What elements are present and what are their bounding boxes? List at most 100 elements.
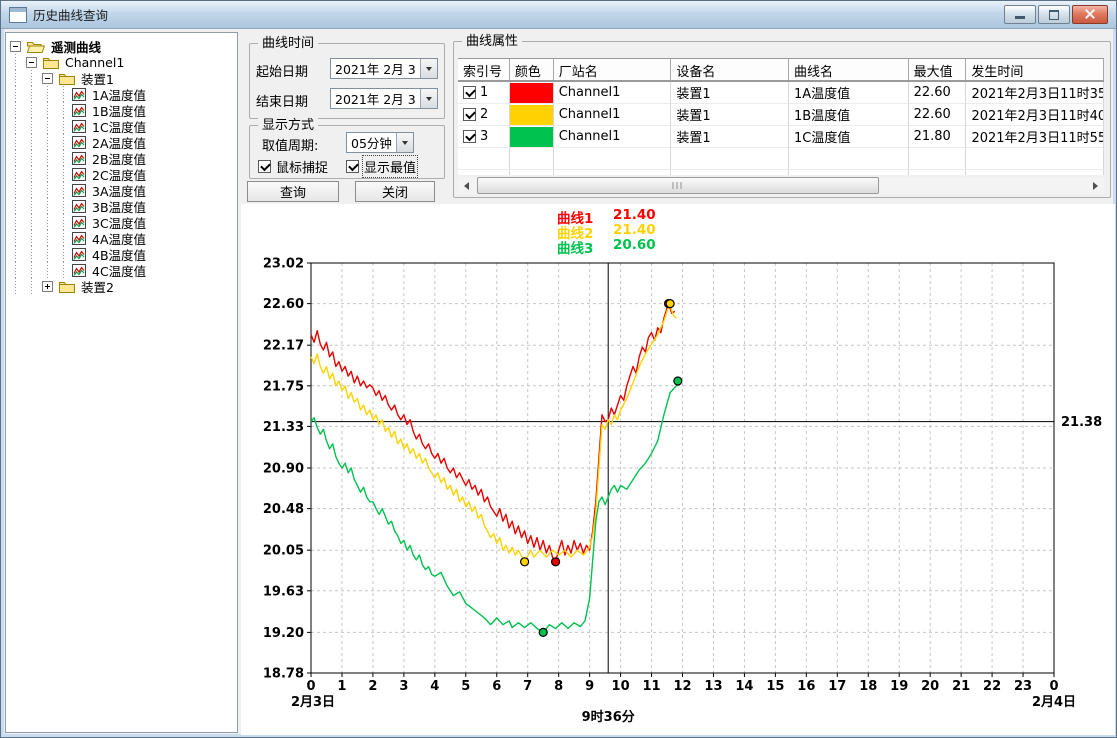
scrollbar-grip-icon <box>673 182 684 189</box>
curve-tree: 遥测曲线Channel1装置11A温度值1B温度值1C温度值2A温度值2B温度值… <box>5 32 238 733</box>
x-tick-label: 2 <box>368 679 377 694</box>
start-date-picker[interactable]: 2021年 2月 3 <box>330 58 438 79</box>
tree-indent-guide <box>56 102 72 118</box>
curve-visible-checkbox[interactable] <box>463 108 476 121</box>
curve-icon <box>72 104 86 117</box>
tree-indent-guide <box>56 134 72 150</box>
tree-item-装置2[interactable]: 装置2 <box>8 278 237 294</box>
tree-indent-guide <box>8 262 24 278</box>
cell-station: Channel1 <box>554 104 672 126</box>
curve-time-title: 曲线时间 <box>258 36 318 51</box>
start-date-dropdown-button[interactable] <box>420 59 437 78</box>
row-index: 1 <box>480 85 488 100</box>
period-dropdown-button[interactable] <box>396 133 413 152</box>
row-index-cell: 2 <box>458 104 510 126</box>
tree-indent-guide <box>56 262 72 278</box>
close-button[interactable] <box>1072 5 1108 24</box>
x-tick-label: 23 <box>1014 679 1032 694</box>
tree-indent-guide <box>40 214 56 230</box>
x-tick-label: 3 <box>399 679 408 694</box>
end-date-picker[interactable]: 2021年 2月 3 <box>330 88 438 109</box>
x-tick-label: 17 <box>828 679 846 694</box>
mouse-capture-checkbox[interactable] <box>258 160 271 173</box>
y-tick-label: 23.02 <box>263 257 304 272</box>
end-date-label: 结束日期 <box>256 91 308 110</box>
curve-color-swatch <box>510 83 553 103</box>
curve-visible-checkbox[interactable] <box>463 130 476 143</box>
cell-curve: 1C温度值 <box>789 126 909 148</box>
minimize-button[interactable] <box>1004 5 1036 24</box>
y-tick-label: 19.63 <box>263 584 304 599</box>
maximize-button[interactable] <box>1038 5 1070 24</box>
scrollbar-thumb[interactable] <box>477 177 879 194</box>
folder-icon <box>59 72 75 85</box>
min-marker-曲线2 <box>521 558 529 566</box>
x-tick-label: 0 <box>306 679 315 694</box>
tree-item-label: Channel1 <box>63 55 126 70</box>
y-tick-label: 20.90 <box>263 462 304 477</box>
color-cell <box>510 82 554 104</box>
close-dialog-button[interactable]: 关闭 <box>355 181 435 202</box>
y-tick-label: 20.05 <box>263 544 304 559</box>
y-tick-label: 20.48 <box>263 502 304 517</box>
scroll-left-arrow-icon[interactable] <box>458 177 475 194</box>
cell-max: 22.60 <box>909 104 967 126</box>
query-button[interactable]: 查询 <box>247 181 339 202</box>
curve-properties-groupbox: 曲线属性 索引号颜色厂站名设备名曲线名最大值发生时间1Channel1装置11A… <box>453 41 1111 198</box>
column-header-厂站名: 厂站名 <box>554 59 672 80</box>
tree-expand-toggle[interactable] <box>42 281 53 292</box>
tree-indent-guide <box>40 198 56 214</box>
tree-item-Channel1[interactable]: Channel1 <box>8 54 237 70</box>
tree-indent-guide <box>8 86 24 102</box>
display-mode-title: 显示方式 <box>258 118 318 133</box>
x-tick-label: 21 <box>952 679 970 694</box>
curve-曲线3 <box>311 381 679 632</box>
display-mode-groupbox: 显示方式 取值周期: 05分钟 鼠标捕捉 显示最值 <box>249 125 445 179</box>
tree-indent-guide <box>56 86 72 102</box>
table-horizontal-scrollbar[interactable] <box>458 177 1104 194</box>
x-tick-label: 4 <box>430 679 439 694</box>
show-extremes-option[interactable]: 显示最值 <box>346 157 416 176</box>
row-index: 2 <box>480 107 488 122</box>
tree-indent-guide <box>56 150 72 166</box>
folder-icon <box>59 280 75 293</box>
tree-item-4C温度值[interactable]: 4C温度值 <box>8 262 237 278</box>
end-date-dropdown-button[interactable] <box>420 89 437 108</box>
chevron-down-icon <box>426 97 432 101</box>
y-tick-label: 18.78 <box>263 667 304 682</box>
period-select[interactable]: 05分钟 <box>346 132 414 153</box>
max-marker-曲线2 <box>666 300 674 308</box>
scroll-right-arrow-icon[interactable] <box>1087 177 1104 194</box>
x-tick-label: 8 <box>554 679 563 694</box>
crosshair-time-label: 9时36分 <box>582 709 635 725</box>
tree-indent-guide <box>56 198 72 214</box>
tree-indent-guide <box>8 166 24 182</box>
curve-visible-checkbox[interactable] <box>463 86 476 99</box>
title-bar: 历史曲线查询 <box>1 1 1116 29</box>
tree-expand-toggle[interactable] <box>26 57 37 68</box>
tree-expand-toggle[interactable] <box>10 41 21 52</box>
history-curve-chart[interactable]: 23.0222.6022.1721.7521.3320.9020.4820.05… <box>241 204 1115 735</box>
curve-icon <box>72 168 86 181</box>
tree-expand-toggle[interactable] <box>42 73 53 84</box>
tree-item-遥测曲线[interactable]: 遥测曲线 <box>8 38 237 54</box>
tree-indent-guide <box>24 118 40 134</box>
table-row[interactable]: 3Channel1装置11C温度值21.802021年2月3日11时55 <box>458 126 1104 148</box>
tree-indent-guide <box>8 230 24 246</box>
tree-indent-guide <box>56 246 72 262</box>
table-row[interactable]: 1Channel1装置11A温度值22.602021年2月3日11时35 <box>458 82 1104 104</box>
table-row[interactable]: 2Channel1装置11B温度值22.602021年2月3日11时40 <box>458 104 1104 126</box>
mouse-capture-option[interactable]: 鼠标捕捉 <box>258 157 328 176</box>
tree-item-label: 遥测曲线 <box>49 37 103 56</box>
app-window: 历史曲线查询 遥测曲线Channel1装置11A温度值1B温度值1C温度值2A温… <box>0 0 1117 738</box>
show-extremes-checkbox[interactable] <box>346 160 359 173</box>
tree-indent-guide <box>40 86 56 102</box>
tree-indent-guide <box>40 182 56 198</box>
curve-icon <box>72 200 86 213</box>
tree-indent-guide <box>8 182 24 198</box>
x-tick-label: 11 <box>642 679 660 694</box>
column-header-设备名: 设备名 <box>671 59 789 80</box>
column-header-曲线名: 曲线名 <box>789 59 909 80</box>
row-index-cell: 3 <box>458 126 510 148</box>
maximize-icon <box>1049 10 1059 20</box>
